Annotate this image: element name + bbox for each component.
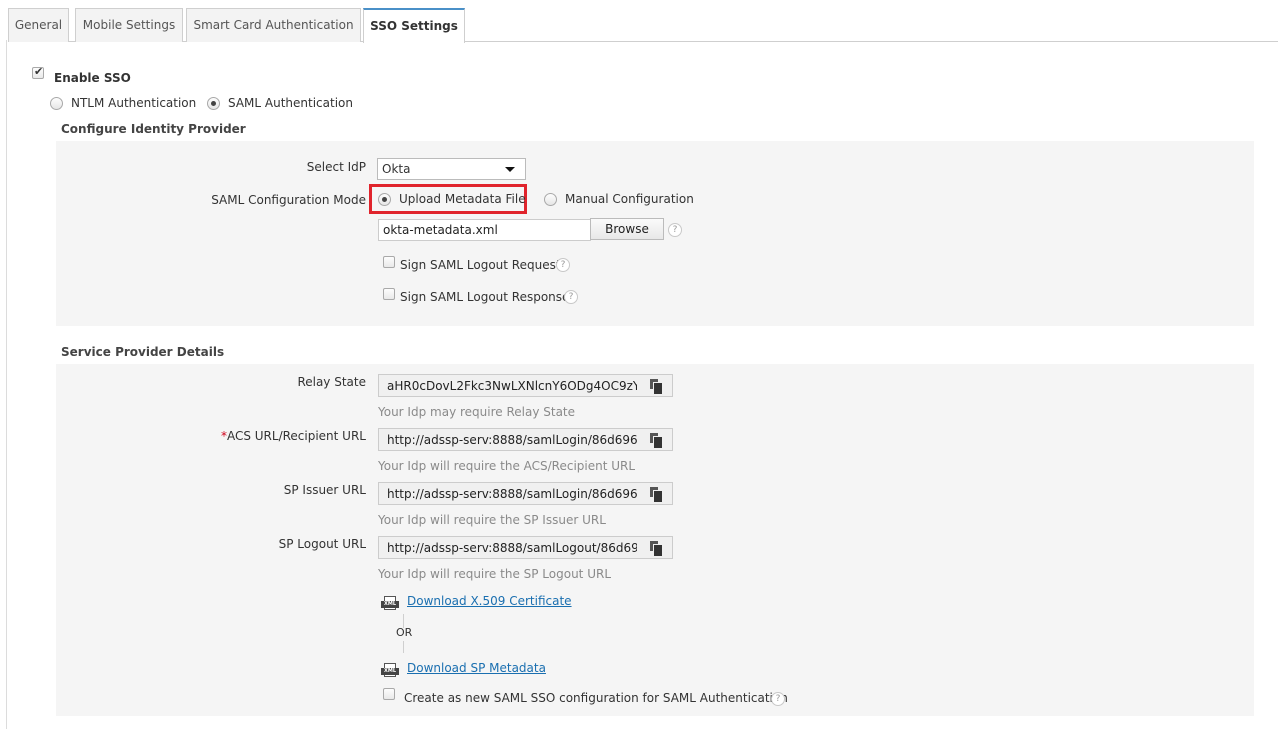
tab-sso-settings[interactable]: SSO Settings bbox=[363, 8, 465, 43]
create-new-config-label: Create as new SAML SSO configuration for… bbox=[404, 691, 788, 705]
acs-url-value: http://adssp-serv:8888/samlLogin/86d6962 bbox=[387, 433, 637, 447]
saml-config-mode-label: SAML Configuration Mode bbox=[211, 193, 366, 207]
sp-logout-url-hint: Your Idp will require the SP Logout URL bbox=[378, 567, 612, 581]
xml-file-icon: XML bbox=[381, 663, 399, 677]
copy-icon[interactable] bbox=[650, 433, 663, 449]
ntlm-auth-radio[interactable] bbox=[50, 97, 63, 110]
select-idp-dropdown[interactable]: Okta bbox=[377, 158, 526, 180]
enable-sso-label: Enable SSO bbox=[54, 71, 131, 85]
download-sp-metadata-link[interactable]: Download SP Metadata bbox=[407, 661, 546, 675]
acs-url-hint: Your Idp will require the ACS/Recipient … bbox=[378, 459, 636, 473]
sign-logout-response-label: Sign SAML Logout Response bbox=[400, 290, 570, 304]
relay-state-value: aHR0cDovL2Fkc3NwLXNlcnY6ODg4OC9zYW bbox=[387, 379, 637, 393]
saml-auth-label: SAML Authentication bbox=[228, 96, 353, 110]
idp-section-title: Configure Identity Provider bbox=[61, 122, 246, 136]
help-icon[interactable]: ? bbox=[556, 258, 570, 272]
copy-icon[interactable] bbox=[650, 379, 663, 395]
sp-issuer-url-value: http://adssp-serv:8888/samlLogin/86d6962 bbox=[387, 487, 637, 501]
select-idp-label: Select IdP bbox=[306, 160, 366, 174]
relay-state-hint: Your Idp may require Relay State bbox=[378, 405, 576, 419]
tab-bar: General Mobile Settings Smart Card Authe… bbox=[8, 8, 1278, 43]
sign-logout-response-checkbox[interactable] bbox=[383, 288, 395, 300]
copy-icon[interactable] bbox=[650, 541, 663, 557]
upload-metadata-label: Upload Metadata File bbox=[399, 192, 526, 206]
chevron-down-icon bbox=[505, 167, 515, 172]
sp-issuer-url-label: SP Issuer URL bbox=[283, 483, 366, 497]
divider-line bbox=[403, 641, 404, 653]
relay-state-label: Relay State bbox=[297, 375, 366, 389]
sign-logout-request-checkbox[interactable] bbox=[383, 256, 395, 268]
sp-logout-url-value: http://adssp-serv:8888/samlLogout/86d696 bbox=[387, 541, 637, 555]
upload-metadata-radio[interactable] bbox=[378, 193, 391, 206]
xml-file-icon: XML bbox=[381, 596, 399, 610]
create-new-config-checkbox[interactable] bbox=[383, 688, 395, 700]
manual-config-label: Manual Configuration bbox=[565, 192, 694, 206]
sp-logout-url-label: SP Logout URL bbox=[278, 537, 366, 551]
acs-url-label-text: ACS URL/Recipient URL bbox=[226, 429, 366, 443]
page-left-border bbox=[6, 40, 7, 729]
help-icon[interactable]: ? bbox=[564, 290, 578, 304]
metadata-file-input[interactable]: okta-metadata.xml bbox=[378, 219, 591, 241]
browse-button[interactable]: Browse bbox=[590, 218, 664, 240]
help-icon[interactable]: ? bbox=[771, 692, 785, 706]
enable-sso-checkbox[interactable] bbox=[32, 65, 44, 79]
or-separator: OR bbox=[396, 626, 413, 639]
sp-issuer-url-field[interactable]: http://adssp-serv:8888/samlLogin/86d6962 bbox=[378, 482, 673, 505]
manual-config-radio[interactable] bbox=[544, 193, 557, 206]
sign-logout-request-label: Sign SAML Logout Request bbox=[400, 258, 561, 272]
acs-url-field[interactable]: http://adssp-serv:8888/samlLogin/86d6962 bbox=[378, 428, 673, 451]
sp-logout-url-field[interactable]: http://adssp-serv:8888/samlLogout/86d696 bbox=[378, 536, 673, 559]
tab-smart-card-authentication[interactable]: Smart Card Authentication bbox=[186, 8, 361, 42]
help-icon[interactable]: ? bbox=[668, 223, 682, 237]
saml-auth-radio[interactable] bbox=[207, 97, 220, 110]
download-certificate-link[interactable]: Download X.509 Certificate bbox=[407, 594, 572, 608]
relay-state-field[interactable]: aHR0cDovL2Fkc3NwLXNlcnY6ODg4OC9zYW bbox=[378, 374, 673, 397]
ntlm-auth-label: NTLM Authentication bbox=[71, 96, 197, 110]
copy-icon[interactable] bbox=[650, 487, 663, 503]
tab-general[interactable]: General bbox=[8, 8, 69, 42]
sp-issuer-url-hint: Your Idp will require the SP Issuer URL bbox=[378, 513, 606, 527]
sp-section-title: Service Provider Details bbox=[61, 345, 225, 359]
select-idp-value: Okta bbox=[382, 162, 411, 176]
tab-mobile-settings[interactable]: Mobile Settings bbox=[75, 8, 183, 42]
acs-url-label: *ACS URL/Recipient URL bbox=[180, 429, 366, 443]
